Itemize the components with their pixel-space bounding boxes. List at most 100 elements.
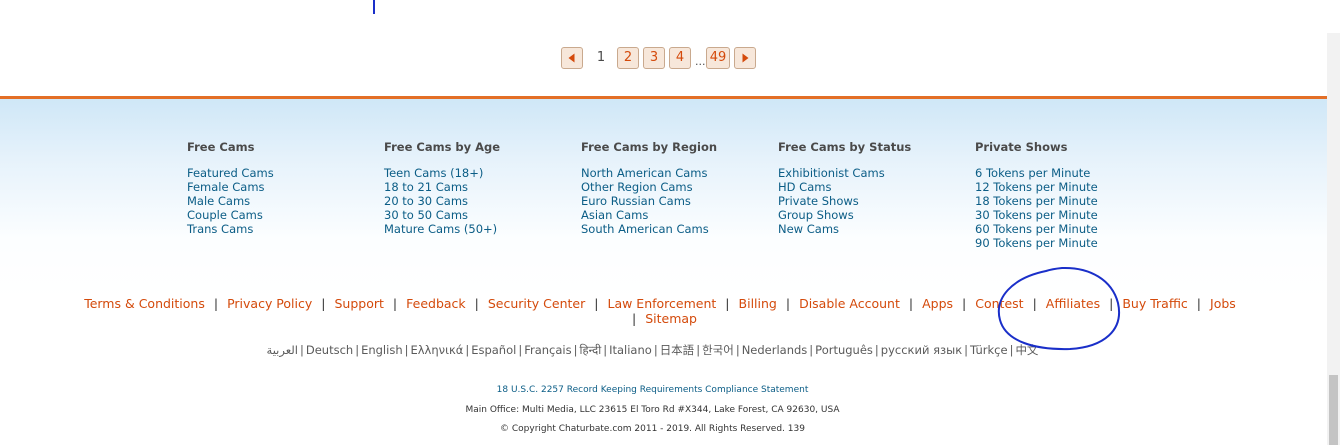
footer-link-30-to-50[interactable]: 30 to 50 Cams: [384, 208, 564, 222]
lang-english[interactable]: English: [361, 343, 403, 357]
lang-separator: |: [404, 343, 409, 357]
pagination-ellipsis: ...: [695, 55, 706, 68]
link-separator: |: [474, 296, 479, 311]
lang-hindi[interactable]: हिन्दी: [579, 343, 601, 357]
scrollbar-thumb[interactable]: [1329, 375, 1338, 445]
text-cursor-mark: [373, 0, 375, 14]
page-link-last[interactable]: 49: [706, 47, 730, 69]
footer-link-featured-cams[interactable]: Featured Cams: [187, 166, 367, 180]
lang-korean[interactable]: 한국어: [702, 343, 734, 357]
footer-link-hd[interactable]: HD Cams: [778, 180, 958, 194]
lang-separator: |: [964, 343, 969, 357]
footer-link-trans-cams[interactable]: Trans Cams: [187, 222, 367, 236]
link-separator: |: [213, 296, 219, 311]
footer-link-asian[interactable]: Asian Cams: [581, 208, 761, 222]
footer-link-couple-cams[interactable]: Couple Cams: [187, 208, 367, 222]
footer-link-mature[interactable]: Mature Cams (50+): [384, 222, 564, 236]
affiliates-link[interactable]: Affiliates: [1046, 296, 1100, 311]
pagination: 1 2 3 4 ... 49: [561, 47, 760, 69]
compliance-link[interactable]: 18 U.S.C. 2257 Record Keeping Requiremen…: [497, 385, 809, 395]
footer-column-free-cams: Free Cams Featured Cams Female Cams Male…: [187, 140, 367, 236]
language-selector: العربية | Deutsch | English | Ελληνικά | Español…: [0, 342, 1305, 358]
privacy-policy-link[interactable]: Privacy Policy: [227, 296, 312, 311]
arrow-right-icon: [742, 53, 749, 63]
lang-dutch[interactable]: Nederlands: [742, 343, 808, 357]
footer-link-exhibitionist[interactable]: Exhibitionist Cams: [778, 166, 958, 180]
footer-link-18-to-21[interactable]: 18 to 21 Cams: [384, 180, 564, 194]
footer-link-20-to-30[interactable]: 20 to 30 Cams: [384, 194, 564, 208]
site-footer: Free Cams Featured Cams Female Cams Male…: [0, 99, 1327, 445]
footer-link-group-shows[interactable]: Group Shows: [778, 208, 958, 222]
law-enforcement-link[interactable]: Law Enforcement: [607, 296, 716, 311]
page-scrollbar[interactable]: [1327, 33, 1340, 445]
lang-separator: |: [1009, 343, 1014, 357]
footer-link-90-tokens[interactable]: 90 Tokens per Minute: [975, 236, 1155, 250]
disable-account-link[interactable]: Disable Account: [799, 296, 900, 311]
office-address: Main Office: Multi Media, LLC 23615 El T…: [465, 405, 840, 415]
lang-german[interactable]: Deutsch: [306, 343, 353, 357]
footer-column-by-region: Free Cams by Region North American Cams …: [581, 140, 761, 236]
footer-link-south-american[interactable]: South American Cams: [581, 222, 761, 236]
lang-french[interactable]: Français: [524, 343, 571, 357]
link-separator: |: [632, 311, 637, 326]
lang-separator: |: [518, 343, 523, 357]
footer-link-male-cams[interactable]: Male Cams: [187, 194, 367, 208]
column-heading: Free Cams by Age: [384, 140, 501, 154]
link-separator: |: [725, 296, 730, 311]
page-link-4[interactable]: 4: [669, 47, 691, 69]
link-separator: |: [392, 296, 398, 311]
lang-separator: |: [735, 343, 740, 357]
lang-spanish[interactable]: Español: [471, 343, 516, 357]
lang-separator: |: [874, 343, 879, 357]
lang-separator: |: [809, 343, 814, 357]
terms-link[interactable]: Terms & Conditions: [84, 296, 205, 311]
link-separator: |: [785, 296, 791, 311]
footer-link-teen-cams[interactable]: Teen Cams (18+): [384, 166, 564, 180]
link-separator: |: [908, 296, 914, 311]
column-heading: Free Cams by Status: [778, 140, 912, 154]
footer-link-euro-russian[interactable]: Euro Russian Cams: [581, 194, 761, 208]
footer-link-private-shows[interactable]: Private Shows: [778, 194, 958, 208]
link-separator: |: [594, 296, 599, 311]
jobs-link[interactable]: Jobs: [1210, 296, 1236, 311]
lang-russian[interactable]: русский язык: [881, 343, 962, 357]
contest-link[interactable]: Contest: [975, 296, 1023, 311]
apps-link[interactable]: Apps: [922, 296, 953, 311]
lang-separator: |: [355, 343, 360, 357]
lang-arabic[interactable]: العربية: [267, 343, 298, 357]
lang-greek[interactable]: Ελληνικά: [410, 343, 463, 357]
feedback-link[interactable]: Feedback: [406, 296, 466, 311]
lang-turkish[interactable]: Türkçe: [970, 343, 1008, 357]
lang-separator: |: [465, 343, 470, 357]
lang-italian[interactable]: Italiano: [609, 343, 652, 357]
footer-link-18-tokens[interactable]: 18 Tokens per Minute: [975, 194, 1155, 208]
link-separator: |: [962, 296, 967, 311]
lang-separator: |: [653, 343, 658, 357]
footer-column-by-status: Free Cams by Status Exhibitionist Cams H…: [778, 140, 958, 236]
footer-link-6-tokens[interactable]: 6 Tokens per Minute: [975, 166, 1155, 180]
compliance-statement: 18 U.S.C. 2257 Record Keeping Requiremen…: [0, 385, 1305, 395]
page-link-2[interactable]: 2: [617, 47, 639, 69]
billing-link[interactable]: Billing: [739, 296, 777, 311]
page-link-3[interactable]: 3: [643, 47, 665, 69]
footer-link-12-tokens[interactable]: 12 Tokens per Minute: [975, 180, 1155, 194]
sitemap-link[interactable]: Sitemap: [645, 311, 697, 326]
footer-link-new-cams[interactable]: New Cams: [778, 222, 958, 236]
current-page: 1: [596, 50, 606, 65]
column-heading: Free Cams: [187, 140, 255, 154]
next-page-button[interactable]: [734, 47, 756, 69]
previous-page-button[interactable]: [561, 47, 583, 69]
footer-link-north-american[interactable]: North American Cams: [581, 166, 761, 180]
footer-link-female-cams[interactable]: Female Cams: [187, 180, 367, 194]
footer-link-other-region[interactable]: Other Region Cams: [581, 180, 761, 194]
footer-column-private-shows: Private Shows 6 Tokens per Minute 12 Tok…: [975, 140, 1155, 250]
buy-traffic-link[interactable]: Buy Traffic: [1122, 296, 1187, 311]
copyright-text: © Copyright Chaturbate.com 2011 - 2019. …: [500, 424, 805, 434]
footer-link-60-tokens[interactable]: 60 Tokens per Minute: [975, 222, 1155, 236]
lang-japanese[interactable]: 日本語: [660, 343, 695, 357]
lang-chinese[interactable]: 中文: [1015, 343, 1038, 357]
lang-portuguese[interactable]: Português: [815, 343, 873, 357]
footer-link-30-tokens[interactable]: 30 Tokens per Minute: [975, 208, 1155, 222]
security-center-link[interactable]: Security Center: [488, 296, 585, 311]
support-link[interactable]: Support: [334, 296, 383, 311]
